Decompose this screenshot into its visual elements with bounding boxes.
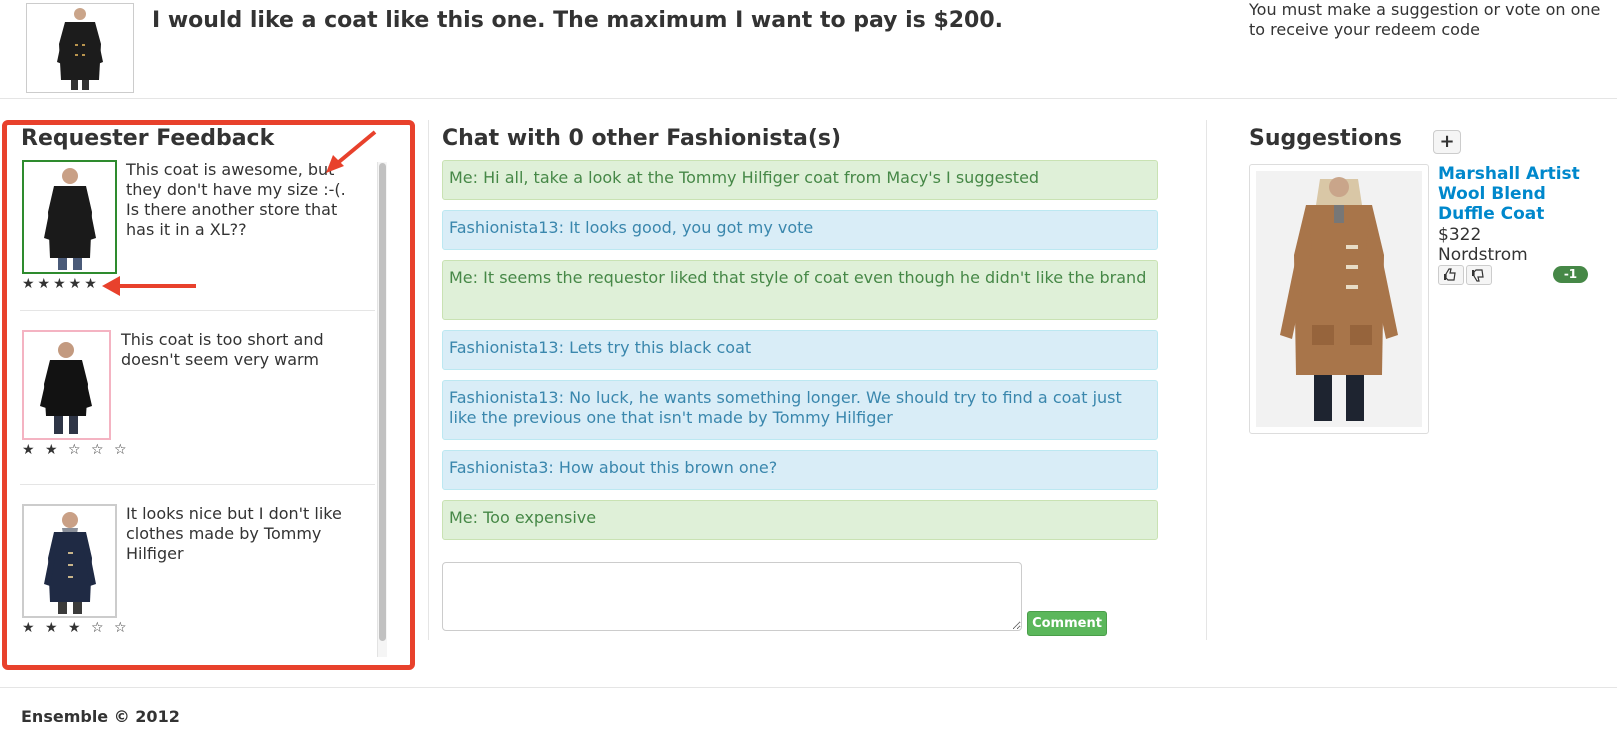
feedback-rating-stars: ★★★★★: [22, 276, 100, 292]
request-text: I would like a coat like this one. The m…: [152, 8, 1004, 33]
suggestion-coat-image[interactable]: [1249, 164, 1429, 434]
thumbs-up-button[interactable]: [1438, 265, 1464, 285]
chat-message: Me: Too expensive: [442, 500, 1158, 540]
header-divider: [0, 98, 1617, 99]
chat-message: Fashionista13: It looks good, you got my…: [442, 210, 1158, 250]
feedback-rating-stars: ★ ★ ★ ☆ ☆: [22, 620, 130, 636]
feedback-coat-image[interactable]: [22, 504, 117, 618]
thumbs-up-icon: [1444, 268, 1456, 281]
chat-message: Me: Hi all, take a look at the Tommy Hil…: [442, 160, 1158, 200]
thumbs-down-icon: [1472, 269, 1484, 282]
feedback-divider: [20, 310, 375, 311]
feedback-scrollbar-thumb[interactable]: [379, 163, 386, 641]
annotation-arrow-icon: [102, 276, 196, 296]
request-coat-image: [26, 3, 134, 93]
footer-divider: [0, 687, 1617, 688]
add-suggestion-button[interactable]: +: [1433, 130, 1461, 154]
suggestion-price: $322: [1438, 225, 1482, 245]
feedback-text: This coat is too short and doesn't seem …: [121, 330, 324, 369]
feedback-title: Requester Feedback: [21, 126, 275, 151]
chat-message: Fashionista13: No luck, he wants somethi…: [442, 380, 1158, 440]
column-divider: [1206, 120, 1207, 640]
chat-title: Chat with 0 other Fashionista(s): [442, 126, 842, 151]
chat-message: Fashionista13: Lets try this black coat: [442, 330, 1158, 370]
chat-message: Me: It seems the requestor liked that st…: [442, 260, 1158, 320]
suggestion-store: Nordstrom: [1438, 245, 1528, 265]
feedback-coat-image[interactable]: [22, 330, 111, 440]
feedback-list[interactable]: This coat is awesome, but they don't hav…: [20, 160, 390, 665]
feedback-coat-image[interactable]: [22, 160, 117, 274]
suggestions-title: Suggestions: [1249, 126, 1402, 151]
feedback-text: It looks nice but I don't like clothes m…: [126, 504, 342, 563]
vote-count-badge: -1: [1553, 266, 1588, 283]
feedback-item: This coat is too short and doesn't seem …: [20, 330, 375, 490]
redeem-note: You must make a suggestion or vote on on…: [1249, 0, 1601, 39]
suggestion-name-link[interactable]: Marshall Artist Wool Blend Duffle Coat: [1438, 164, 1598, 224]
feedback-rating-stars: ★ ★ ☆ ☆ ☆: [22, 442, 130, 458]
comment-button[interactable]: Comment: [1027, 611, 1107, 636]
column-divider: [428, 120, 429, 640]
thumbs-down-button[interactable]: [1466, 265, 1492, 285]
chat-comment-input[interactable]: [442, 562, 1022, 631]
chat-message: Fashionista3: How about this brown one?: [442, 450, 1158, 490]
feedback-divider: [20, 484, 375, 485]
feedback-item: It looks nice but I don't like clothes m…: [20, 504, 375, 664]
footer-copyright: Ensemble © 2012: [21, 707, 180, 726]
annotation-arrow-icon: [326, 130, 377, 173]
